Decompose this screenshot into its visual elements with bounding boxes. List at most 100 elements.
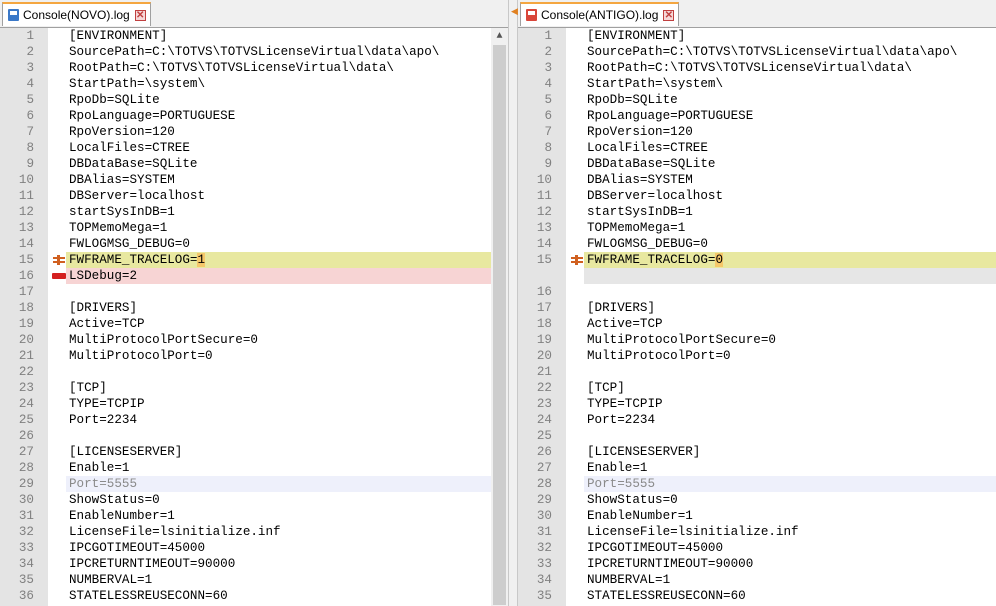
code-line[interactable]: 12 startSysInDB=1 bbox=[0, 204, 508, 220]
code-line[interactable]: 1 [ENVIRONMENT] bbox=[518, 28, 996, 44]
line-content: RpoVersion=120 bbox=[587, 125, 693, 139]
line-text: STATELESSREUSECONN=60 bbox=[587, 588, 746, 604]
close-tab-icon[interactable]: ✕ bbox=[663, 9, 675, 21]
code-line[interactable]: 33 IPCGOTIMEOUT=45000 bbox=[0, 540, 508, 556]
code-line[interactable]: 36 STATELESSREUSECONN=60 bbox=[0, 588, 508, 604]
code-line[interactable]: 18 [DRIVERS] bbox=[0, 300, 508, 316]
code-line[interactable]: 19 MultiProtocolPortSecure=0 bbox=[518, 332, 996, 348]
code-line[interactable]: 12 startSysInDB=1 bbox=[518, 204, 996, 220]
code-line[interactable]: 29 Port=5555 bbox=[0, 476, 508, 492]
code-line[interactable]: 28 Enable=1 bbox=[0, 460, 508, 476]
code-line[interactable]: 18 Active=TCP bbox=[518, 316, 996, 332]
line-content: DBAlias=SYSTEM bbox=[69, 173, 175, 187]
code-line[interactable]: 20 MultiProtocolPort=0 bbox=[518, 348, 996, 364]
code-line[interactable]: 2 SourcePath=C:\TOTVS\TOTVSLicenseVirtual… bbox=[518, 44, 996, 60]
left-editor[interactable]: 1 [ENVIRONMENT] 2 SourcePath=C:\TOTVS\TOTVS… bbox=[0, 28, 508, 606]
code-line[interactable]: 5 RpoDb=SQLite bbox=[518, 92, 996, 108]
code-line[interactable]: 13 TOPMemoMega=1 bbox=[518, 220, 996, 236]
code-line[interactable]: 14 FWLOGMSG_DEBUG=0 bbox=[0, 236, 508, 252]
code-line[interactable]: 4 StartPath=\system\ bbox=[518, 76, 996, 92]
code-line[interactable]: 22 [TCP] bbox=[518, 380, 996, 396]
code-line[interactable]: 35 NUMBERVAL=1 bbox=[0, 572, 508, 588]
code-line[interactable]: 9 DBDataBase=SQLite bbox=[0, 156, 508, 172]
line-number: 16 bbox=[18, 269, 34, 283]
line-number: 6 bbox=[26, 109, 34, 123]
tab-console-novo[interactable]: Console(NOVO).log ✕ bbox=[2, 2, 151, 26]
code-line[interactable]: 3 RootPath=C:\TOTVS\TOTVSLicenseVirtual\d… bbox=[0, 60, 508, 76]
code-line[interactable]: 24 Port=2234 bbox=[518, 412, 996, 428]
close-tab-icon[interactable]: ✕ bbox=[134, 9, 146, 21]
code-line[interactable]: 15 FWFRAME_TRACELOG=0 bbox=[518, 252, 996, 268]
tab-console-antigo[interactable]: Console(ANTIGO).log ✕ bbox=[520, 2, 680, 26]
code-line[interactable]: 24 TYPE=TCPIP bbox=[0, 396, 508, 412]
code-line[interactable]: 8 LocalFiles=CTREE bbox=[518, 140, 996, 156]
line-content: [ENVIRONMENT] bbox=[587, 29, 686, 43]
code-line[interactable]: 13 TOPMemoMega=1 bbox=[0, 220, 508, 236]
code-line[interactable]: 21 bbox=[518, 364, 996, 380]
code-line[interactable]: 29 ShowStatus=0 bbox=[518, 492, 996, 508]
code-line[interactable]: 7 RpoVersion=120 bbox=[0, 124, 508, 140]
code-line[interactable]: 25 Port=2234 bbox=[0, 412, 508, 428]
scroll-up-icon[interactable]: ▲ bbox=[491, 30, 508, 44]
code-line[interactable]: 17 bbox=[0, 284, 508, 300]
code-line[interactable]: 16 bbox=[518, 284, 996, 300]
code-line[interactable]: 14 FWLOGMSG_DEBUG=0 bbox=[518, 236, 996, 252]
code-line[interactable]: 15 FWFRAME_TRACELOG=1 bbox=[0, 252, 508, 268]
code-line[interactable]: 10 DBAlias=SYSTEM bbox=[0, 172, 508, 188]
code-line[interactable]: 2 SourcePath=C:\TOTVS\TOTVSLicenseVirtual… bbox=[0, 44, 508, 60]
code-line[interactable]: 8 LocalFiles=CTREE bbox=[0, 140, 508, 156]
code-line[interactable]: 5 RpoDb=SQLite bbox=[0, 92, 508, 108]
blank-line-highlight bbox=[584, 268, 996, 284]
code-line[interactable]: 27 Enable=1 bbox=[518, 460, 996, 476]
code-line[interactable]: 34 NUMBERVAL=1 bbox=[518, 572, 996, 588]
code-line[interactable]: 30 ShowStatus=0 bbox=[0, 492, 508, 508]
code-line[interactable]: 21 MultiProtocolPort=0 bbox=[0, 348, 508, 364]
code-line[interactable]: 3 RootPath=C:\TOTVS\TOTVSLicenseVirtual\d… bbox=[518, 60, 996, 76]
line-text: LSDebug=2 bbox=[69, 268, 137, 284]
pane-splitter[interactable]: ◀ bbox=[508, 0, 518, 606]
code-line[interactable]: 27 [LICENSESERVER] bbox=[0, 444, 508, 460]
code-line[interactable]: 22 bbox=[0, 364, 508, 380]
code-line[interactable]: 30 EnableNumber=1 bbox=[518, 508, 996, 524]
code-line[interactable]: 1 [ENVIRONMENT] bbox=[0, 28, 508, 44]
code-line[interactable]: 23 TYPE=TCPIP bbox=[518, 396, 996, 412]
code-line[interactable]: 26 bbox=[0, 428, 508, 444]
line-content: StartPath=\system\ bbox=[587, 77, 724, 91]
code-line[interactable]: 32 IPCGOTIMEOUT=45000 bbox=[518, 540, 996, 556]
code-line[interactable]: 4 StartPath=\system\ bbox=[0, 76, 508, 92]
line-number: 18 bbox=[18, 301, 34, 315]
code-line[interactable]: 25 bbox=[518, 428, 996, 444]
code-line[interactable]: 32 LicenseFile=lsinitialize.inf bbox=[0, 524, 508, 540]
line-content: MultiProtocolPort=0 bbox=[69, 349, 213, 363]
code-line[interactable]: 33 IPCRETURNTIMEOUT=90000 bbox=[518, 556, 996, 572]
code-line[interactable]: 28 Port=5555 bbox=[518, 476, 996, 492]
code-line[interactable]: 10 DBAlias=SYSTEM bbox=[518, 172, 996, 188]
line-number: 27 bbox=[18, 445, 34, 459]
line-text: Active=TCP bbox=[69, 316, 145, 332]
code-line[interactable]: 26 [LICENSESERVER] bbox=[518, 444, 996, 460]
line-text: EnableNumber=1 bbox=[587, 508, 693, 524]
code-line[interactable]: 31 LicenseFile=lsinitialize.inf bbox=[518, 524, 996, 540]
line-number: 2 bbox=[26, 45, 34, 59]
code-line[interactable]: 9 DBDataBase=SQLite bbox=[518, 156, 996, 172]
vertical-scrollbar[interactable]: ▲ bbox=[491, 28, 508, 606]
code-line[interactable]: 11 DBServer=localhost bbox=[518, 188, 996, 204]
right-editor[interactable]: 1 [ENVIRONMENT] 2 SourcePath=C:\TOTVS\TOTVS… bbox=[518, 28, 996, 606]
scroll-thumb[interactable] bbox=[493, 45, 506, 605]
code-line[interactable]: 35 STATELESSREUSECONN=60 bbox=[518, 588, 996, 604]
code-line[interactable]: 16 LSDebug=2 bbox=[0, 268, 508, 284]
code-line[interactable]: 6 RpoLanguage=PORTUGUESE bbox=[518, 108, 996, 124]
code-line[interactable]: 11 DBServer=localhost bbox=[0, 188, 508, 204]
code-line[interactable]: 20 MultiProtocolPortSecure=0 bbox=[0, 332, 508, 348]
code-line[interactable]: 19 Active=TCP bbox=[0, 316, 508, 332]
code-line[interactable]: 34 IPCRETURNTIMEOUT=90000 bbox=[0, 556, 508, 572]
code-line[interactable]: 23 [TCP] bbox=[0, 380, 508, 396]
line-content: Active=TCP bbox=[69, 317, 145, 331]
code-line[interactable] bbox=[518, 268, 996, 284]
code-line[interactable]: 17 [DRIVERS] bbox=[518, 300, 996, 316]
line-content: StartPath=\system\ bbox=[69, 77, 206, 91]
code-line[interactable]: 6 RpoLanguage=PORTUGUESE bbox=[0, 108, 508, 124]
line-number: 13 bbox=[536, 221, 552, 235]
code-line[interactable]: 7 RpoVersion=120 bbox=[518, 124, 996, 140]
code-line[interactable]: 31 EnableNumber=1 bbox=[0, 508, 508, 524]
